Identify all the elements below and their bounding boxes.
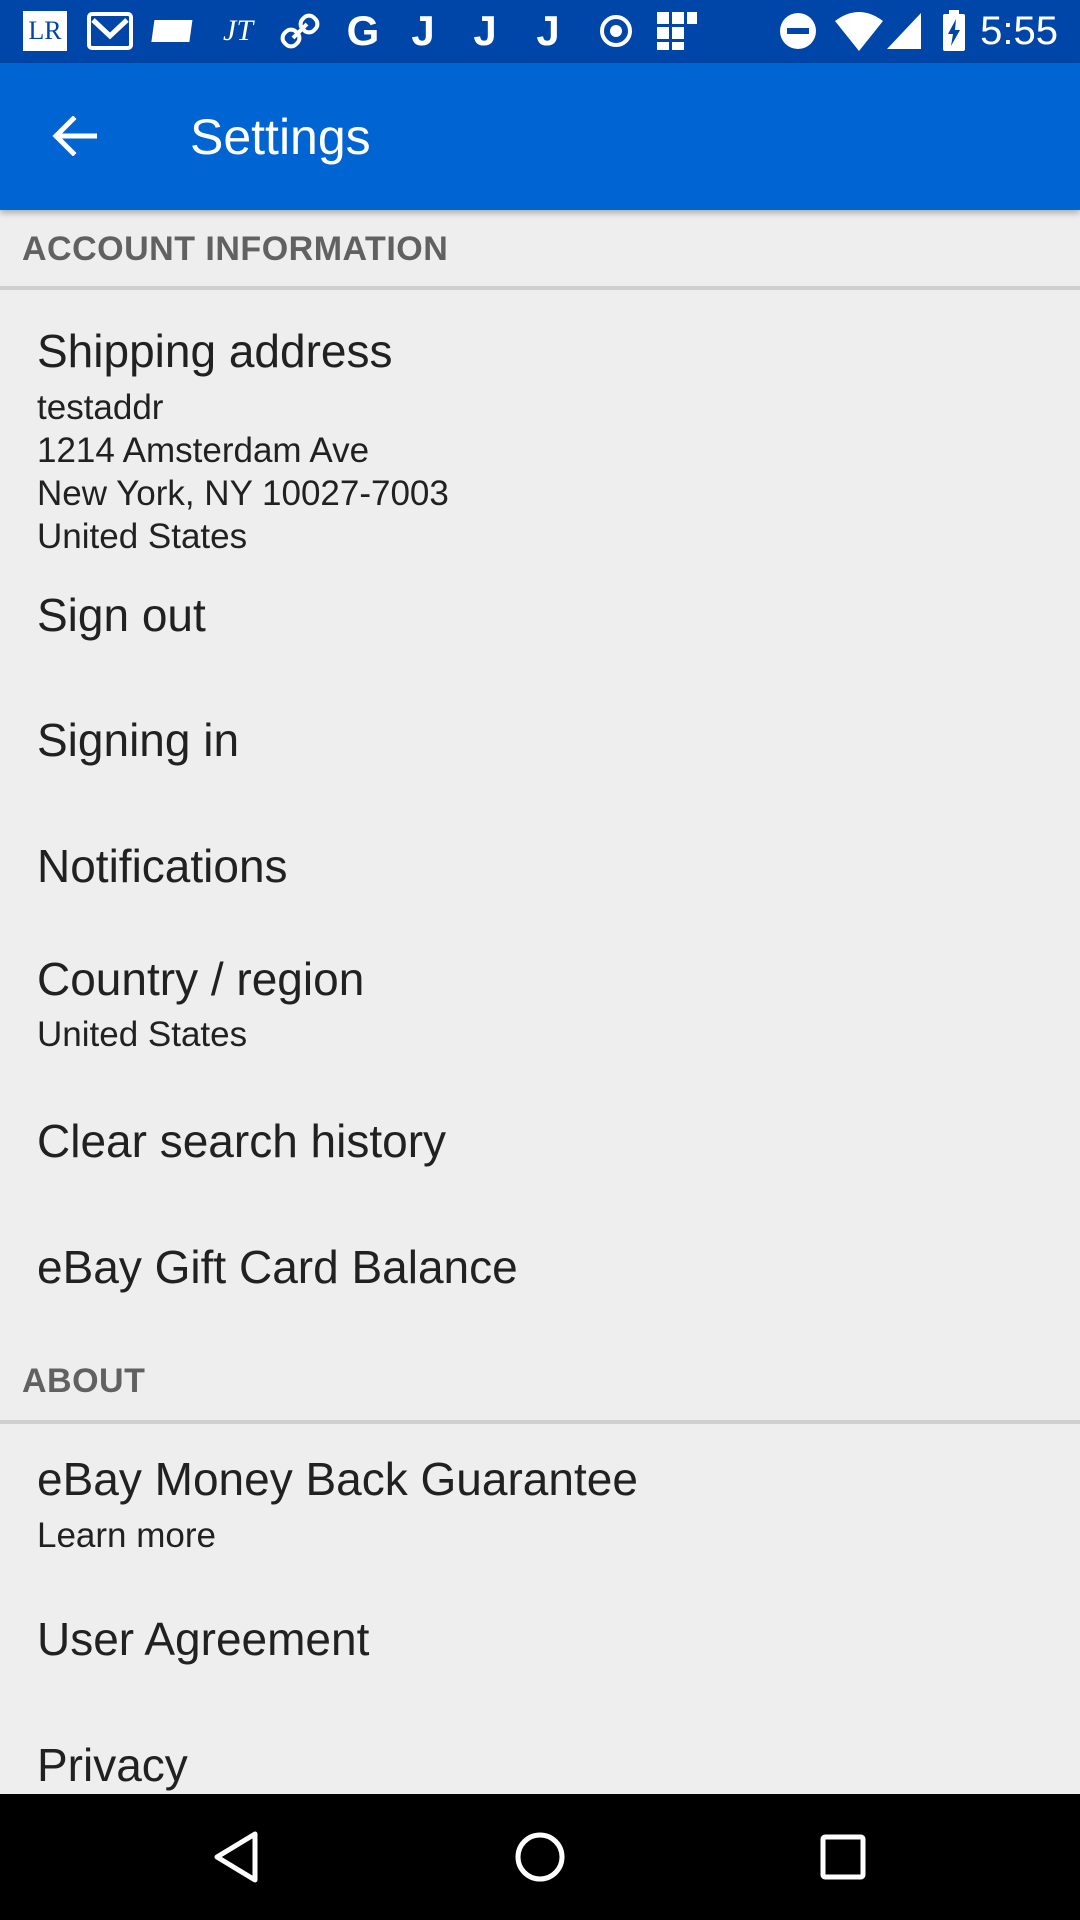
user-agreement-item[interactable]: User Agreement (0, 1586, 1080, 1712)
record-icon (595, 10, 637, 52)
notifications-item[interactable]: Notifications (0, 804, 1080, 930)
privacy-item[interactable]: Privacy (0, 1712, 1080, 1794)
back-button[interactable] (30, 101, 118, 171)
shipping-address-title: Shipping address (37, 325, 393, 377)
section-header-about: ABOUT (0, 1344, 1080, 1424)
settings-list[interactable]: ACCOUNT INFORMATION Shipping address tes… (0, 210, 1080, 1794)
nav-back-button[interactable] (196, 1822, 276, 1892)
battery-charging-icon (940, 10, 968, 52)
signing-in-item[interactable]: Signing in (0, 678, 1080, 804)
navigation-bar (0, 1794, 1080, 1920)
notifications-title: Notifications (37, 840, 288, 892)
clock: 5:55 (980, 9, 1058, 53)
shipping-address-item[interactable]: Shipping address testaddr 1214 Amsterdam… (0, 290, 1080, 556)
signal-icon (884, 10, 924, 52)
shipping-address-summary: testaddr 1214 Amsterdam Ave New York, NY… (37, 388, 449, 556)
mail-icon (86, 10, 134, 52)
gift-card-balance-item[interactable]: eBay Gift Card Balance (0, 1218, 1080, 1344)
clear-search-history-title: Clear search history (37, 1115, 447, 1167)
app-bar: Settings (0, 63, 1080, 210)
home-circle-icon (515, 1832, 565, 1882)
grid-icon (654, 10, 700, 52)
link-icon (278, 10, 322, 52)
money-back-guarantee-summary: Learn more (37, 1516, 216, 1555)
money-back-guarantee-title: eBay Money Back Guarantee (37, 1453, 638, 1505)
nav-home-button[interactable] (500, 1822, 580, 1892)
gift-card-balance-title: eBay Gift Card Balance (37, 1241, 518, 1293)
privacy-title: Privacy (37, 1739, 188, 1791)
screen: LR JT G J J J 5:55 Settings ACCOUNT INFO… (0, 0, 1080, 1920)
status-bar: LR JT G J J J 5:55 (0, 0, 1080, 63)
j-icon: J (411, 7, 435, 54)
country-region-summary: United States (37, 1015, 248, 1054)
recents-square-icon (820, 1834, 866, 1880)
country-region-item[interactable]: Country / region United States (0, 930, 1080, 1092)
wifi-icon (832, 10, 886, 52)
j-icon: J (473, 7, 497, 54)
section-header-account: ACCOUNT INFORMATION (0, 210, 1080, 290)
sign-out-title: Sign out (37, 589, 206, 641)
country-region-title: Country / region (37, 953, 365, 1005)
jt-icon: JT (223, 14, 253, 47)
money-back-guarantee-item[interactable]: eBay Money Back Guarantee Learn more (0, 1424, 1080, 1586)
google-icon: G (346, 7, 380, 54)
ticket-icon (150, 10, 198, 52)
nav-recents-button[interactable] (803, 1822, 883, 1892)
clear-search-history-item[interactable]: Clear search history (0, 1092, 1080, 1218)
user-agreement-title: User Agreement (37, 1613, 370, 1665)
signing-in-title: Signing in (37, 714, 240, 766)
back-triangle-icon (214, 1831, 258, 1883)
lr-icon: LR (22, 10, 68, 52)
page-title: Settings (190, 109, 371, 165)
j-icon: J (536, 7, 560, 54)
sign-out-item[interactable]: Sign out (0, 552, 1080, 678)
arrow-back-icon (52, 116, 97, 156)
do-not-disturb-icon (778, 10, 818, 52)
